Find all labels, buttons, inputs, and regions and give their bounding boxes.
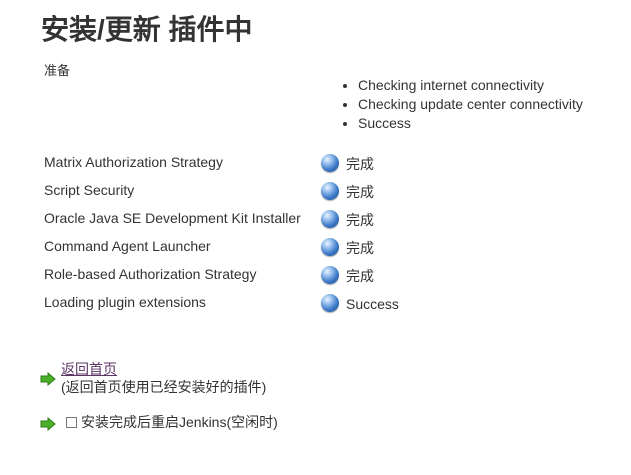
status-ball-icon	[321, 210, 339, 228]
plugin-name: Role-based Authorization Strategy	[44, 266, 257, 282]
plugin-row: Loading plugin extensions Success	[44, 293, 544, 321]
plugin-name: Loading plugin extensions	[44, 294, 206, 310]
plugin-name: Oracle Java SE Development Kit Installer	[44, 210, 301, 226]
restart-label: 安装完成后重启Jenkins(空闲时)	[81, 414, 278, 430]
check-item-internet: Checking internet connectivity	[358, 76, 583, 95]
status-ball-icon	[321, 238, 339, 256]
plugin-name: Command Agent Launcher	[44, 238, 211, 254]
status-ball-icon	[321, 294, 339, 312]
return-home-note: (返回首页使用已经安装好的插件)	[61, 379, 267, 395]
plugin-status: 完成	[346, 184, 374, 200]
preparation-label: 准备	[44, 63, 71, 78]
arrow-right-icon	[40, 372, 56, 386]
plugin-name: Matrix Authorization Strategy	[44, 154, 223, 170]
status-ball-icon	[321, 182, 339, 200]
restart-option[interactable]: 安装完成后重启Jenkins(空闲时)	[64, 413, 278, 431]
check-item-result: Success	[358, 114, 583, 133]
plugin-status: 完成	[346, 268, 374, 284]
page-title: 安装/更新 插件中	[41, 14, 253, 45]
plugin-row: Script Security 完成	[44, 181, 544, 209]
restart-checkbox[interactable]	[66, 416, 77, 428]
plugin-status: 完成	[346, 156, 374, 172]
plugin-row: Oracle Java SE Development Kit Installer…	[44, 209, 544, 237]
return-home-link[interactable]: 返回首页	[61, 361, 117, 378]
plugin-status: 完成	[346, 212, 374, 228]
check-item-update-center: Checking update center connectivity	[358, 95, 583, 114]
arrow-right-icon	[40, 417, 56, 431]
plugin-row: Role-based Authorization Strategy 完成	[44, 265, 544, 293]
connectivity-check-list: Checking internet connectivity Checking …	[340, 76, 583, 133]
plugin-name: Script Security	[44, 182, 135, 198]
plugin-status: Success	[346, 296, 399, 312]
plugin-status: 完成	[346, 240, 374, 256]
status-ball-icon	[321, 154, 339, 172]
plugin-row: Matrix Authorization Strategy 完成	[44, 153, 544, 181]
plugin-row: Command Agent Launcher 完成	[44, 237, 544, 265]
status-ball-icon	[321, 266, 339, 284]
